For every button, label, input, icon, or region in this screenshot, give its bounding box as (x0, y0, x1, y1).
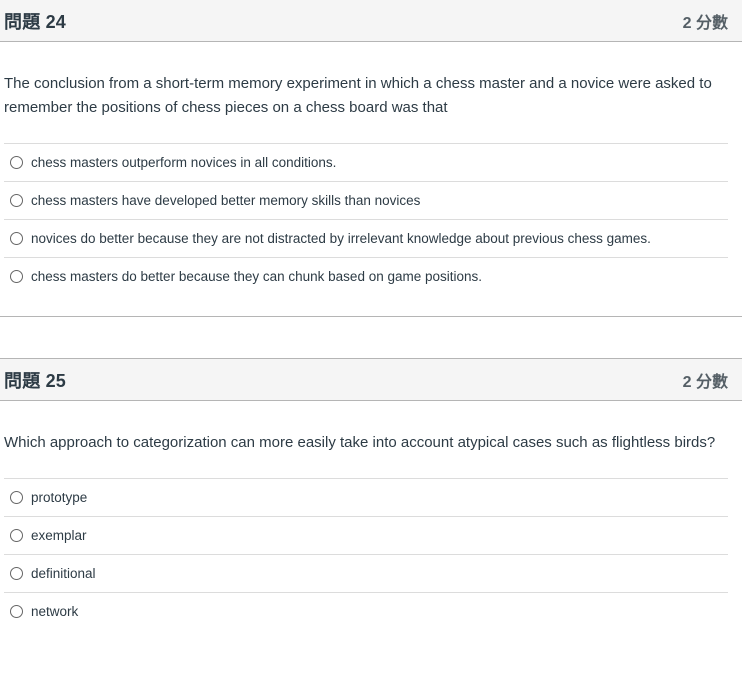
answer-label[interactable]: chess masters do better because they can… (31, 269, 482, 284)
answer-option[interactable]: chess masters do better because they can… (4, 257, 728, 295)
answer-label[interactable]: chess masters outperform novices in all … (31, 155, 336, 170)
radio-button-icon[interactable] (10, 270, 23, 283)
radio-button-icon[interactable] (10, 491, 23, 504)
answer-label[interactable]: chess masters have developed better memo… (31, 193, 420, 208)
radio-button-icon[interactable] (10, 156, 23, 169)
answer-option[interactable]: chess masters outperform novices in all … (4, 143, 728, 181)
question-body: The conclusion from a short-term memory … (0, 42, 742, 295)
answer-label[interactable]: network (31, 604, 78, 619)
question-header: 問題 25 2 分數 (0, 359, 742, 401)
radio-button-icon[interactable] (10, 567, 23, 580)
question-card-24: 問題 24 2 分數 The conclusion from a short-t… (0, 0, 742, 317)
question-spacer (0, 317, 742, 358)
question-points: 2 分數 (682, 14, 728, 32)
question-card-25: 問題 25 2 分數 Which approach to categorizat… (0, 358, 742, 630)
question-text: Which approach to categorization can mor… (4, 434, 716, 451)
answer-option[interactable]: chess masters have developed better memo… (4, 181, 728, 219)
answer-label[interactable]: novices do better because they are not d… (31, 231, 651, 246)
answer-list: prototype exemplar definitional network (4, 478, 728, 630)
answer-option[interactable]: novices do better because they are not d… (4, 219, 728, 257)
answer-option[interactable]: definitional (4, 554, 728, 592)
radio-button-icon[interactable] (10, 529, 23, 542)
answer-option[interactable]: network (4, 592, 728, 630)
radio-button-icon[interactable] (10, 194, 23, 207)
question-title: 問題 24 (4, 11, 67, 32)
answer-label[interactable]: prototype (31, 490, 87, 505)
question-title: 問題 25 (4, 370, 67, 391)
question-text: The conclusion from a short-term memory … (4, 75, 712, 116)
answer-option[interactable]: exemplar (4, 516, 728, 554)
answer-option[interactable]: prototype (4, 478, 728, 516)
question-header: 問題 24 2 分數 (0, 0, 742, 42)
radio-button-icon[interactable] (10, 605, 23, 618)
answer-label[interactable]: exemplar (31, 528, 87, 543)
answer-list: chess masters outperform novices in all … (4, 143, 728, 295)
answer-label[interactable]: definitional (31, 566, 96, 581)
question-body: Which approach to categorization can mor… (0, 401, 742, 630)
question-points: 2 分數 (682, 373, 728, 391)
radio-button-icon[interactable] (10, 232, 23, 245)
